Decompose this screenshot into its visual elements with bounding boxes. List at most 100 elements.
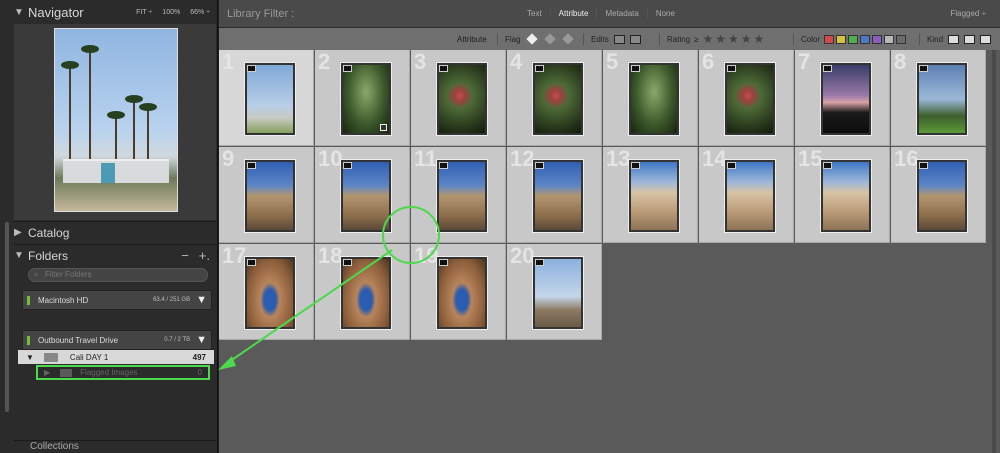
grid-cell[interactable]: 6 (699, 50, 794, 146)
folder-cali-day-1[interactable]: ▼ Cali DAY 1 497 (18, 350, 214, 364)
grid-cell[interactable]: 8 (891, 50, 986, 146)
grid-cell[interactable]: 5 (603, 50, 698, 146)
photo-thumbnail[interactable] (724, 62, 776, 136)
zoom-66[interactable]: 66% ÷ (190, 9, 210, 16)
badge-icon[interactable] (439, 259, 448, 266)
rating-operator[interactable]: ≥ (694, 35, 698, 44)
badge-icon[interactable] (343, 162, 352, 169)
tab-attribute[interactable]: Attribute (549, 9, 597, 18)
grid-cell[interactable]: 7 (795, 50, 890, 146)
flag-unflagged-icon[interactable] (543, 33, 556, 45)
photo-thumbnail[interactable] (244, 159, 296, 233)
volume-menu-icon[interactable]: ▼ (196, 334, 207, 346)
photo-thumbnail[interactable] (916, 62, 968, 136)
tab-none[interactable]: None (646, 9, 683, 18)
kind-master-icon[interactable] (948, 34, 960, 44)
badge-icon[interactable] (823, 162, 832, 169)
grid-cell[interactable]: 4 (507, 50, 602, 146)
catalog-header[interactable]: ▶ Catalog (14, 221, 216, 243)
photo-thumbnail[interactable] (532, 62, 584, 136)
color-swatch[interactable] (896, 34, 907, 44)
photo-thumbnail[interactable] (340, 62, 392, 136)
kind-virtual-copy-icon[interactable] (964, 34, 976, 44)
photo-thumbnail[interactable] (916, 159, 968, 233)
color-swatch[interactable] (860, 34, 871, 44)
collections-header[interactable]: Collections (14, 440, 216, 453)
badge-icon[interactable] (535, 65, 544, 72)
photo-thumbnail[interactable] (436, 62, 488, 136)
edited-icon[interactable] (613, 34, 625, 44)
grid-cell[interactable]: 15 (795, 147, 890, 243)
photo-thumbnail[interactable] (436, 256, 488, 330)
grid-cell[interactable]: 13 (603, 147, 698, 243)
grid-cell[interactable]: 9 (219, 147, 314, 243)
grid-cell[interactable]: 3 (411, 50, 506, 146)
filter-preset-dropdown[interactable]: Flagged ÷ (950, 9, 986, 18)
unedited-icon[interactable] (629, 34, 641, 44)
volume-macintosh-hd[interactable]: Macintosh HD 63.4 / 251 GB ▼ (22, 290, 212, 310)
grid-cell[interactable]: 14 (699, 147, 794, 243)
kind-video-icon[interactable] (980, 34, 992, 44)
grid-cell[interactable]: 2 (315, 50, 410, 146)
tab-text[interactable]: Text (519, 9, 550, 18)
grid-scrollbar[interactable] (992, 50, 996, 453)
tab-metadata[interactable]: Metadata (596, 9, 646, 18)
photo-thumbnail[interactable] (340, 159, 392, 233)
edited-badge-icon[interactable] (380, 124, 387, 131)
grid-cell[interactable]: 20 (507, 244, 602, 340)
folder-expand-icon[interactable]: ▼ (26, 353, 34, 362)
badge-icon[interactable] (631, 162, 640, 169)
photo-thumbnail[interactable] (628, 159, 680, 233)
badge-icon[interactable] (919, 162, 928, 169)
navigator-header[interactable]: ▼ Navigator FIT ÷ 100% 66% ÷ (14, 0, 216, 24)
grid-cell[interactable]: 16 (891, 147, 986, 243)
photo-thumbnail[interactable] (820, 159, 872, 233)
flag-rejected-icon[interactable] (561, 33, 574, 45)
color-swatch[interactable] (836, 34, 847, 44)
photo-thumbnail[interactable] (820, 62, 872, 136)
volume-outbound-travel-drive[interactable]: Outbound Travel Drive 0.7 / 2 TB ▼ (22, 330, 212, 350)
volume-menu-icon[interactable]: ▼ (196, 294, 207, 306)
color-swatch[interactable] (824, 34, 835, 44)
badge-icon[interactable] (727, 162, 736, 169)
badge-icon[interactable] (535, 162, 544, 169)
badge-icon[interactable] (439, 65, 448, 72)
folder-flagged-images[interactable]: ▶ Flagged Images 0 (36, 365, 210, 380)
navigator-preview[interactable] (14, 24, 216, 220)
color-swatch[interactable] (872, 34, 883, 44)
photo-thumbnail[interactable] (628, 62, 680, 136)
badge-icon[interactable] (247, 259, 256, 266)
photo-thumbnail[interactable] (340, 256, 392, 330)
badge-icon[interactable] (727, 65, 736, 72)
expand-triangle-icon[interactable]: ▶ (14, 227, 28, 238)
grid-cell[interactable]: 17 (219, 244, 314, 340)
remove-folder-button[interactable]: − (181, 248, 189, 263)
photo-thumbnail[interactable] (532, 159, 584, 233)
flag-picked-icon[interactable] (525, 33, 538, 45)
photo-thumbnail[interactable] (244, 62, 296, 136)
badge-icon[interactable] (919, 65, 928, 72)
collapse-triangle-icon[interactable]: ▼ (14, 7, 28, 18)
folders-header[interactable]: ▼ Folders − +. (14, 244, 216, 266)
folder-expand-icon[interactable]: ▶ (44, 368, 50, 377)
badge-icon[interactable] (823, 65, 832, 72)
zoom-fit[interactable]: FIT ÷ (136, 9, 152, 16)
badge-icon[interactable] (343, 259, 352, 266)
photo-thumbnail[interactable] (724, 159, 776, 233)
photo-thumbnail[interactable] (532, 256, 584, 330)
collapse-triangle-icon[interactable]: ▼ (14, 250, 28, 261)
zoom-100[interactable]: 100% (162, 9, 180, 16)
color-swatch[interactable] (884, 34, 895, 44)
badge-icon[interactable] (535, 259, 544, 266)
add-folder-button[interactable]: +. (199, 248, 210, 263)
badge-icon[interactable] (439, 162, 448, 169)
badge-icon[interactable] (343, 65, 352, 72)
badge-icon[interactable] (247, 65, 256, 72)
photo-thumbnail[interactable] (244, 256, 296, 330)
photo-thumbnail[interactable] (436, 159, 488, 233)
color-swatch[interactable] (848, 34, 859, 44)
library-grid[interactable]: 1 2 3 4 5 6 7 8 9 10 11 12 13 14 15 16 17 18 19 20 (219, 50, 1000, 453)
grid-cell[interactable]: 1 (219, 50, 314, 146)
badge-icon[interactable] (631, 65, 640, 72)
rating-stars-icon[interactable]: ★★★★★ (703, 32, 767, 46)
